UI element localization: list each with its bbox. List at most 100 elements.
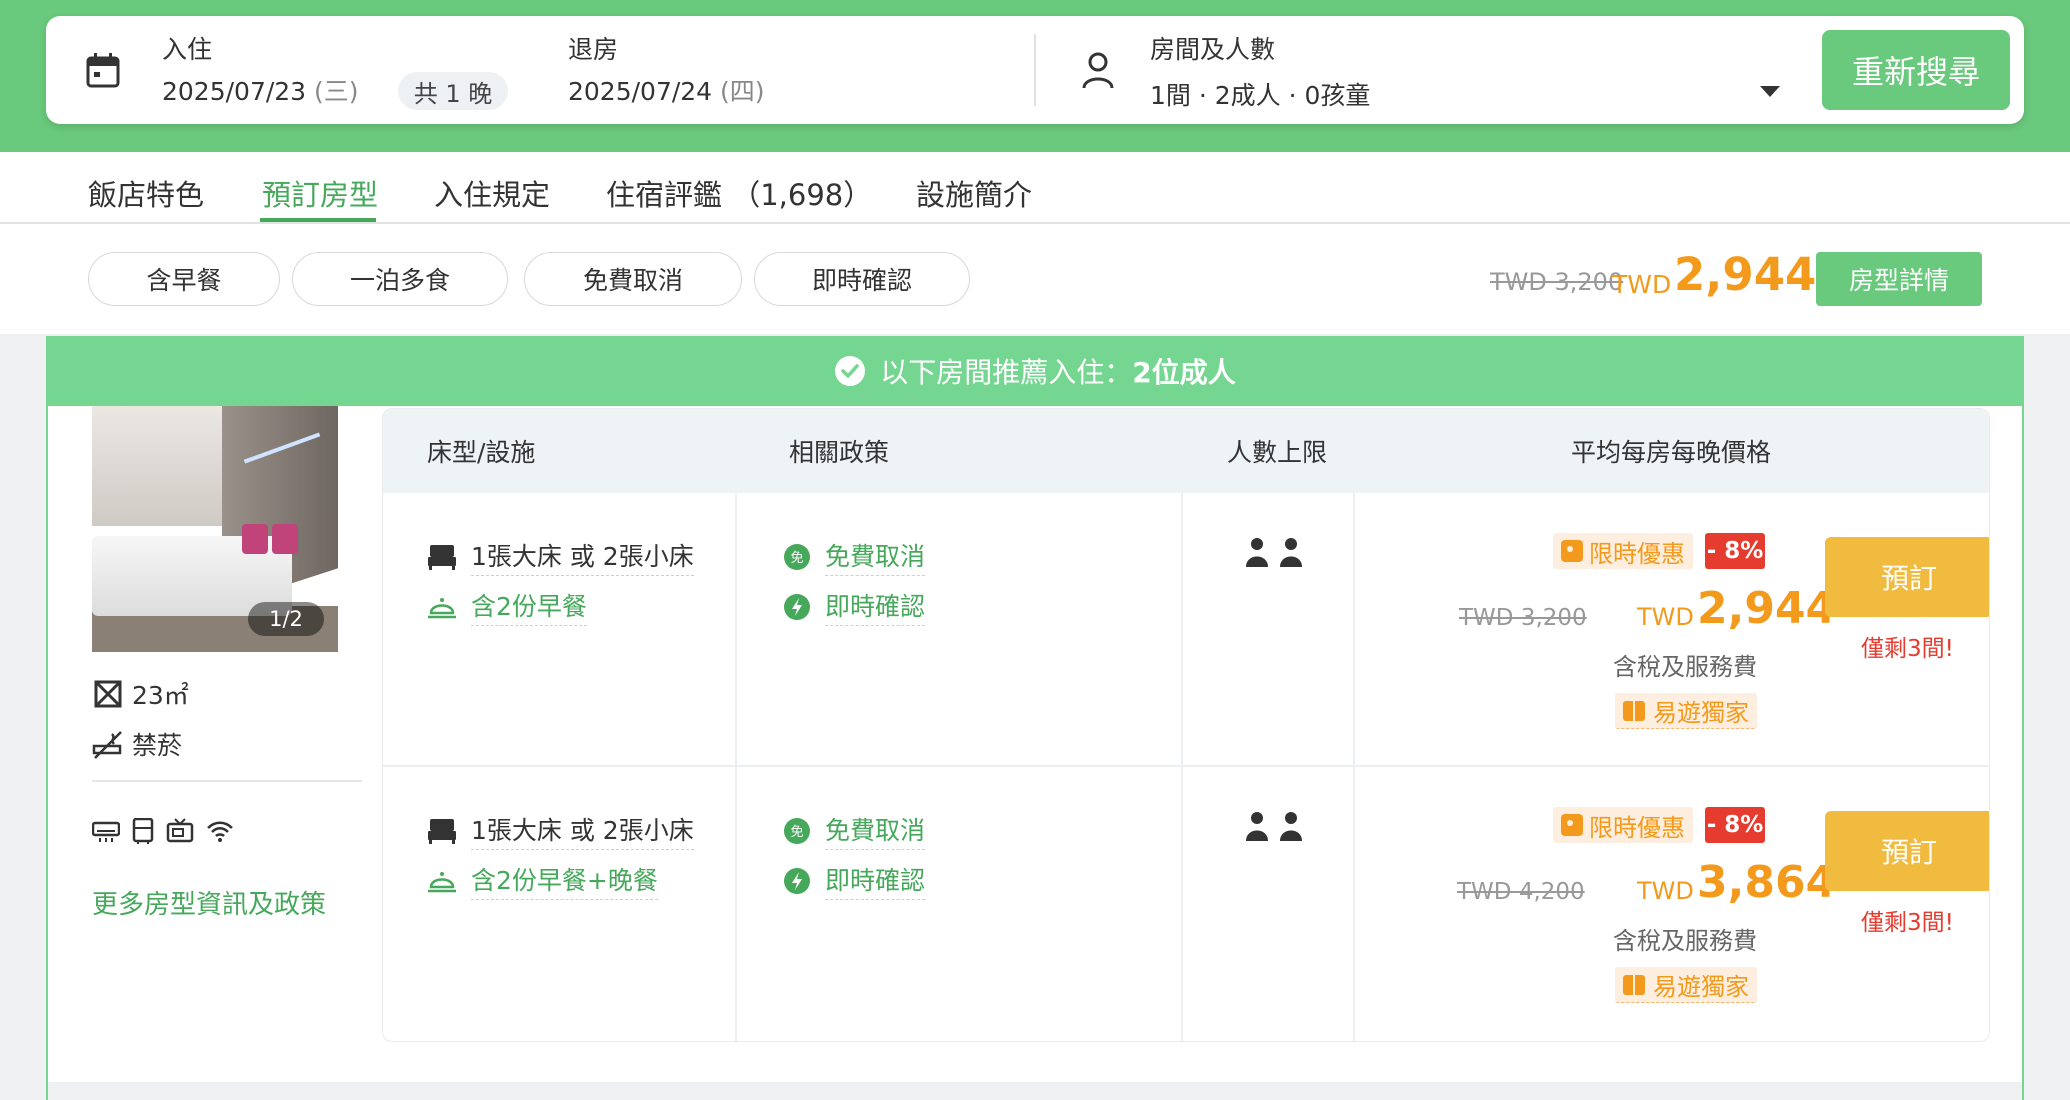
price-currency: TWD [1637,603,1694,631]
promo-badge: 限時優惠 [1553,533,1693,569]
meal-plan: 含2份早餐 [427,587,587,626]
room-detail-button[interactable]: 房型詳情 [1816,252,1982,306]
room-card: 1/2 23㎡ 禁菸 更多房型資訊及政策 床型/設施 相關政策 人數上限 平均每… [46,406,2024,1100]
tab-book-rooms[interactable]: 預訂房型 [262,172,378,214]
search-divider [1034,34,1036,106]
table-row: 1張大床 或 2張小床 含2份早餐 免 免費取消 即時確認 限時優惠 - 8% … [383,493,1989,765]
checkin-date[interactable]: 2025/07/23 (三) [162,72,359,108]
original-price: TWD 4,200 [1457,879,1585,905]
rooms-left-note: 僅剩3間! [1861,910,1954,936]
search-header: 入住 2025/07/23 (三) 共 1 晚 退房 2025/07/24 (四… [0,0,2070,152]
room-info-divider [92,780,362,782]
meal-icon [428,597,456,618]
guests-label: 房間及人數 [1150,35,1276,64]
tax-note: 含稅及服務費 [1613,653,1757,681]
room-size-icon [94,680,122,708]
guests-selector[interactable]: 1間 · 2成人 · 0孩童 [1150,76,1370,112]
free-cancel-icon: 免 [784,817,810,844]
nights-badge: 共 1 晚 [398,72,508,110]
checkout-date[interactable]: 2025/07/24 (四) [568,72,765,108]
checkout-label: 退房 [568,35,619,64]
tag-icon [1561,540,1583,562]
table-row: 1張大床 或 2張小床 含2份早餐+晚餐 免 免費取消 即時確認 限時優惠 - … [383,767,1989,1039]
svg-text:免: 免 [790,825,803,840]
filter-free-cancel[interactable]: 免費取消 [524,252,742,306]
discount-badge: - 8% [1705,533,1765,569]
tab-bar: 飯店特色 預訂房型 入住規定 住宿評鑑 （1,698） 設施簡介 [0,152,2070,224]
bed-icon [428,544,456,570]
filter-breakfast[interactable]: 含早餐 [88,252,280,306]
checkin-label: 入住 [162,35,213,64]
person-icon [1082,52,1114,89]
meal-icon [428,871,456,892]
active-tab-indicator [260,218,376,222]
bed-type: 1張大床 或 2張小床 [427,537,694,576]
calendar-icon[interactable] [86,52,120,88]
wifi-icon [207,821,233,842]
price-currency: TWD [1637,877,1694,905]
occupancy-icons [1245,537,1303,567]
tab-hotel-features[interactable]: 飯店特色 [88,172,204,214]
person-icon [1280,812,1302,841]
instant-confirm-policy: 即時確認 [783,861,926,900]
book-button[interactable]: 預訂 [1825,811,1989,891]
check-circle-icon [835,356,866,386]
free-cancel-policy: 免 免費取消 [783,537,926,576]
discount-badge: - 8% [1705,807,1765,843]
fridge-icon [132,818,154,844]
room-price: 3,864 [1697,857,1837,908]
person-icon [1246,538,1268,567]
no-smoking: 禁菸 [92,726,182,762]
room-photo[interactable]: 1/2 [92,406,338,652]
book-button[interactable]: 預訂 [1825,537,1989,617]
recommendation-guests: 2位成人 [1132,356,1236,389]
bed-icon [428,818,456,844]
lightning-icon [784,867,810,894]
page-background-strip [48,1082,2022,1100]
lightning-icon [784,593,810,620]
original-price: TWD 3,200 [1459,605,1587,631]
tab-check-in-rules[interactable]: 入住規定 [434,172,550,214]
more-room-info-link[interactable]: 更多房型資訊及政策 [92,884,326,921]
no-smoking-icon [92,731,122,759]
air-conditioner-icon [92,821,120,842]
free-cancel-icon: 免 [784,543,810,570]
chevron-down-icon[interactable] [1760,86,1780,97]
summary-price: 2,944 [1674,248,1817,301]
instant-confirm-policy: 即時確認 [783,587,926,626]
exclusive-badge: 易遊獨家 [1615,967,1757,1003]
tag-icon [1561,814,1583,836]
recommendation-banner: 以下房間推薦入住： 2位成人 [46,336,2024,406]
tv-icon [166,818,194,843]
person-icon [1246,812,1268,841]
filter-row: 含早餐 一泊多食 免費取消 即時確認 TWD 3,200 TWD 2,944 房… [0,224,2070,334]
gift-icon [1623,700,1645,721]
occupancy-icons [1245,811,1303,841]
person-icon [1280,538,1302,567]
promo-badge: 限時優惠 [1553,807,1693,843]
search-card: 入住 2025/07/23 (三) 共 1 晚 退房 2025/07/24 (四… [46,16,2024,124]
header-bed: 床型/設施 [427,438,536,467]
bed-type: 1張大床 或 2張小床 [427,811,694,850]
summary-currency: TWD [1612,270,1672,299]
meal-plan: 含2份早餐+晚餐 [427,861,658,900]
recommendation-text: 以下房間推薦入住： [880,356,1133,389]
free-cancel-policy: 免 免費取消 [783,811,926,850]
header-price: 平均每房每晚價格 [1571,438,1772,467]
tax-note: 含稅及服務費 [1613,927,1757,955]
amenity-list [92,818,234,844]
research-button[interactable]: 重新搜尋 [1822,30,2010,110]
filter-multi-meal[interactable]: 一泊多食 [292,252,508,306]
tab-facilities[interactable]: 設施簡介 [916,172,1032,214]
filter-instant-confirm[interactable]: 即時確認 [754,252,970,306]
rooms-left-note: 僅剩3間! [1861,636,1954,662]
photo-counter: 1/2 [248,602,324,636]
rate-table: 床型/設施 相關政策 人數上限 平均每房每晚價格 1張大床 或 2張小床 含2份… [382,408,1990,1042]
header-policy: 相關政策 [789,438,890,467]
rate-table-header: 床型/設施 相關政策 人數上限 平均每房每晚價格 [383,409,1989,493]
summary-original-price: TWD 3,200 [1490,268,1624,296]
tab-reviews[interactable]: 住宿評鑑 （1,698） [606,172,872,214]
room-price: 2,944 [1697,583,1837,634]
room-size: 23㎡ [92,676,189,712]
svg-text:免: 免 [790,551,803,566]
